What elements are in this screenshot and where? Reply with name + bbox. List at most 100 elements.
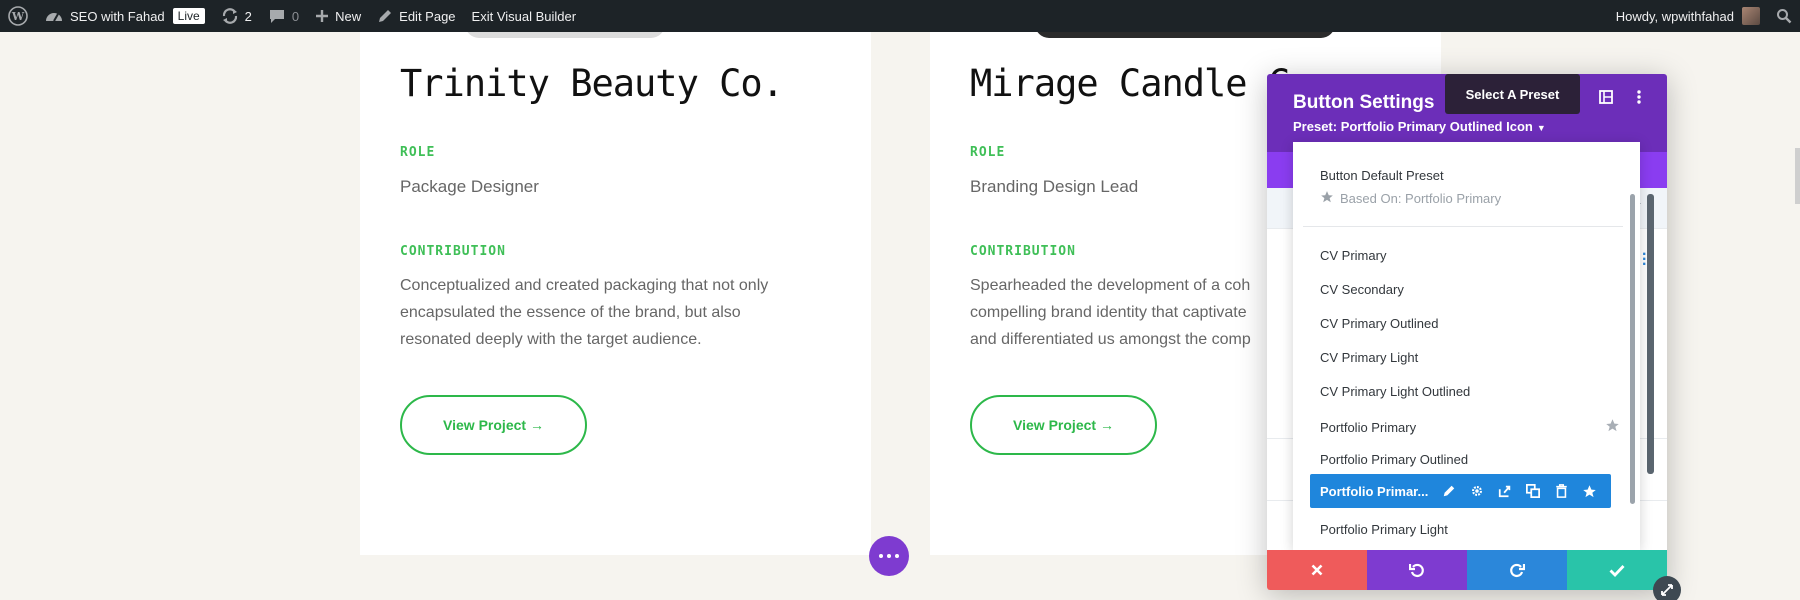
preset-settings-button[interactable] (1463, 474, 1491, 508)
resize-icon (1661, 584, 1673, 596)
active-preset-label: Portfolio Primar... (1320, 483, 1429, 499)
preset-option[interactable]: CV Primary Light Outlined (1320, 384, 1620, 399)
based-on-note: Based On: Portfolio Primary (1320, 190, 1501, 207)
star-icon (1582, 484, 1596, 497)
role-value: Branding Design Lead (970, 177, 1139, 196)
discard-button[interactable] (1267, 550, 1367, 590)
dashboard-icon (44, 8, 64, 24)
updates-icon (221, 7, 239, 25)
close-icon (1311, 564, 1323, 576)
preset-selector[interactable]: Preset: Portfolio Primary Outlined Icon ▼ (1293, 119, 1546, 134)
caret-down-icon: ▼ (1536, 123, 1546, 133)
preset-option[interactable]: CV Primary (1320, 248, 1620, 263)
updates-link[interactable]: 2 (213, 0, 260, 32)
preset-option-active[interactable]: Portfolio Primar... (1310, 474, 1611, 508)
contribution-label: CONTRIBUTION (970, 244, 1076, 259)
edit-page-link[interactable]: Edit Page (369, 0, 463, 32)
search-icon (1776, 8, 1792, 24)
wordpress-icon: W (8, 6, 28, 26)
more-options-button[interactable] (1627, 87, 1651, 111)
preset-option[interactable]: CV Secondary (1320, 282, 1620, 297)
preset-label: Preset: Portfolio Primary Outlined Icon (1293, 119, 1533, 134)
trash-icon (1555, 484, 1567, 498)
preset-option[interactable]: Portfolio Primary Light (1320, 522, 1620, 537)
star-icon[interactable] (1605, 418, 1620, 436)
layout-toggle-button[interactable] (1594, 87, 1618, 111)
view-project-button[interactable]: View Project → (400, 395, 587, 455)
page-scrollbar[interactable] (1795, 148, 1800, 204)
dot-icon (895, 554, 899, 558)
dot-icon (887, 554, 891, 558)
view-project-button[interactable]: View Project → (970, 395, 1157, 455)
preset-option-label: CV Primary Light Outlined (1320, 384, 1471, 399)
columns-icon (1599, 89, 1613, 109)
new-label: New (335, 8, 362, 24)
admin-bar: W SEO with Fahad Live 2 0 New Edit Page … (0, 0, 1800, 32)
preset-option-label: CV Primary (1320, 248, 1387, 263)
role-value: Package Designer (400, 177, 539, 196)
based-on-text: Based On: Portfolio Primary (1340, 191, 1502, 206)
undo-icon (1409, 563, 1424, 578)
duplicate-icon (1526, 484, 1540, 498)
export-icon (1498, 485, 1511, 498)
preset-option[interactable]: Portfolio Primary (1320, 418, 1620, 436)
site-name-link[interactable]: SEO with Fahad Live (36, 0, 213, 32)
updates-count: 2 (244, 8, 252, 24)
modal-header: Button Settings Preset: Portfolio Primar… (1267, 74, 1667, 152)
undo-button[interactable] (1367, 550, 1467, 590)
edit-page-label: Edit Page (399, 8, 456, 24)
preset-option-label: CV Primary Outlined (1320, 316, 1439, 331)
star-icon (1320, 190, 1334, 207)
role-label: ROLE (970, 145, 1006, 160)
default-preset-star-button[interactable] (1575, 474, 1603, 508)
preset-option[interactable]: CV Primary Light (1320, 350, 1620, 365)
exit-visual-builder-link[interactable]: Exit Visual Builder (464, 0, 585, 32)
pencil-icon (377, 8, 393, 24)
contribution-label: CONTRIBUTION (400, 244, 506, 259)
divider (1303, 226, 1623, 227)
new-content-link[interactable]: New (307, 0, 369, 32)
select-preset-tooltip: Select A Preset (1445, 74, 1580, 114)
card-title: Trinity Beauty Co. (400, 62, 784, 105)
wordpress-logo-button[interactable]: W (0, 0, 36, 32)
portfolio-card-trinity: Trinity Beauty Co. ROLE Package Designer… (360, 20, 871, 555)
edit-preset-button[interactable] (1435, 474, 1463, 508)
default-preset-option[interactable]: Button Default Preset (1320, 168, 1444, 183)
comments-count: 0 (291, 8, 300, 24)
dropdown-scrollbar[interactable] (1630, 194, 1635, 504)
preset-dropdown: Button Default Preset Based On: Portfoli… (1293, 142, 1640, 550)
avatar (1742, 7, 1760, 25)
modal-resize-handle[interactable] (1653, 576, 1681, 600)
delete-preset-button[interactable] (1547, 474, 1575, 508)
preset-option-label: Portfolio Primary (1320, 419, 1417, 435)
button-settings-modal: Button Settings Preset: Portfolio Primar… (1267, 74, 1667, 590)
exit-builder-label: Exit Visual Builder (471, 8, 577, 24)
redo-button[interactable] (1467, 550, 1567, 590)
dot-icon (879, 554, 883, 558)
role-label: ROLE (400, 145, 436, 160)
comments-link[interactable]: 0 (260, 0, 307, 32)
export-preset-button[interactable] (1491, 474, 1519, 508)
contribution-text: Conceptualized and created packaging tha… (400, 272, 810, 353)
site-name: SEO with Fahad (70, 8, 165, 24)
pencil-icon (1443, 485, 1455, 497)
preset-option-label: CV Primary Light (1320, 350, 1419, 365)
card-title: Mirage Candle Co (970, 62, 1311, 105)
admin-search-button[interactable] (1768, 0, 1800, 32)
svg-text:W: W (11, 10, 25, 23)
more-vertical-icon (1636, 89, 1642, 110)
my-account-link[interactable]: Howdy, wpwithfahad (1608, 0, 1768, 32)
gear-icon (1472, 486, 1482, 496)
check-icon (1609, 564, 1625, 577)
modal-scrollbar[interactable] (1647, 194, 1654, 474)
preset-option[interactable]: Portfolio Primary Outlined (1320, 452, 1620, 467)
preset-option[interactable]: CV Primary Outlined (1320, 316, 1620, 331)
live-badge: Live (172, 8, 205, 24)
builder-menu-button[interactable] (869, 536, 909, 576)
modal-footer (1267, 550, 1667, 590)
duplicate-preset-button[interactable] (1519, 474, 1547, 508)
save-button[interactable] (1567, 550, 1667, 590)
contribution-line: resonated deeply with the target audienc… (400, 331, 702, 348)
redo-icon (1510, 563, 1525, 578)
contribution-line: Conceptualized and created packaging tha… (400, 277, 769, 294)
